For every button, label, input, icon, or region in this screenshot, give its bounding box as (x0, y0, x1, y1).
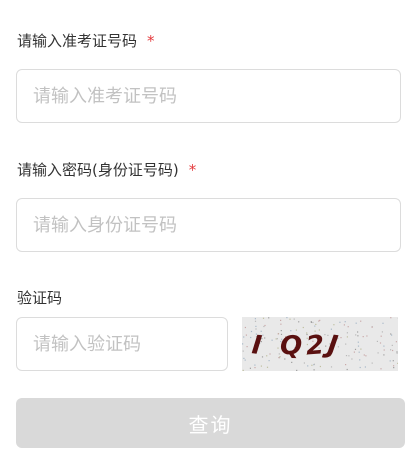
password-label: 请输入密码(身份证号码) * (17, 160, 196, 180)
captcha-char: 2 (305, 330, 325, 361)
captcha-image[interactable]: IQ2J (242, 317, 398, 371)
required-asterisk: * (147, 32, 155, 50)
password-input[interactable] (16, 198, 401, 252)
password-label-text: 请输入密码(身份证号码) (17, 161, 179, 179)
exam-number-input[interactable] (16, 69, 401, 123)
captcha-input[interactable] (16, 317, 228, 371)
exam-number-label-text: 请输入准考证号码 (17, 32, 138, 50)
captcha-char: Q (279, 331, 302, 362)
query-button[interactable]: 查询 (16, 398, 405, 448)
captcha-image-graphic: IQ2J (242, 317, 398, 371)
exam-number-label: 请输入准考证号码 * (17, 31, 155, 51)
captcha-label-text: 验证码 (17, 289, 63, 307)
captcha-label: 验证码 (17, 288, 62, 308)
required-asterisk: * (188, 161, 197, 179)
